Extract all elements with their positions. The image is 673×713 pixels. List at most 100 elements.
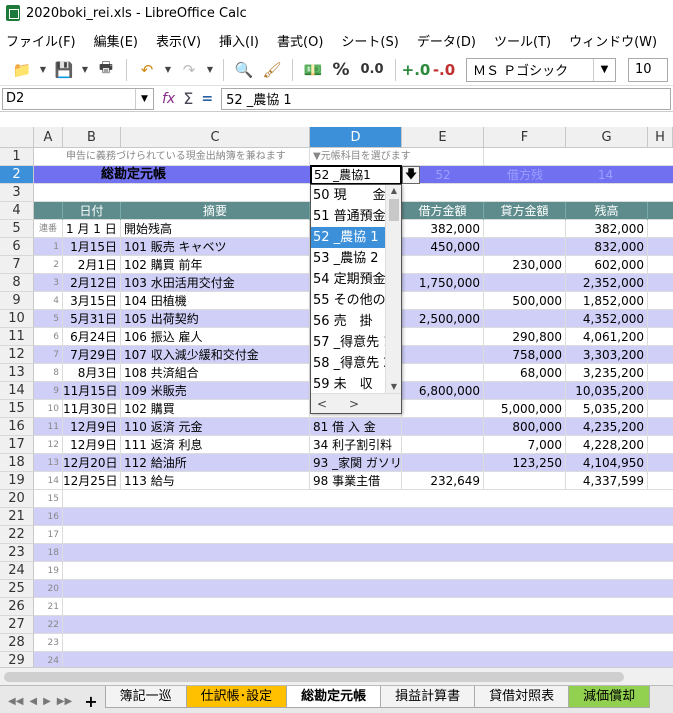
entry-credit[interactable] [484,238,566,256]
entry-date[interactable]: 1月15日 [63,238,121,256]
entry-credit[interactable]: 230,000 [484,256,566,274]
entry-description[interactable]: 102 購買 [121,400,310,418]
menu-sheet[interactable]: シート(S) [341,31,398,50]
row-header[interactable]: 29 [0,652,34,667]
entry-debit[interactable] [402,418,484,436]
entry-balance[interactable]: 832,000 [566,238,648,256]
row-header[interactable]: 10 [0,310,34,328]
entry-balance[interactable]: 2,352,000 [566,274,648,292]
name-box[interactable]: D2 ▼ [2,87,154,110]
entry-debit[interactable] [402,328,484,346]
entry-debit[interactable] [402,400,484,418]
entry-balance[interactable]: 382,000 [566,220,648,238]
chevron-down-icon[interactable]: ▼ [593,58,615,81]
serial-number[interactable]: 3 [34,274,63,292]
scroll-left-icon[interactable]: < [317,397,327,411]
serial-number[interactable]: 4 [34,292,63,310]
serial-number[interactable]: 18 [34,544,63,562]
serial-number[interactable]: 13 [34,454,63,472]
formula-input[interactable]: 52 _農協 1 [221,87,671,110]
sheet-tab[interactable]: 簿記一巡 [104,686,187,708]
clone-formatting-icon[interactable]: 🖌 [260,58,284,82]
entry-debit[interactable]: 1,750,000 [402,274,484,292]
horizontal-scrollbar[interactable] [0,667,673,685]
save-icon[interactable]: 💾 [52,58,76,82]
entry-description[interactable]: 108 共済組合 [121,364,310,382]
dropdown-option[interactable]: 55 その他の預金 [311,290,387,311]
redo-icon[interactable]: ↷ [177,58,201,82]
row-header[interactable]: 24 [0,562,34,580]
delete-decimal-icon[interactable]: -.0 [432,58,456,82]
percent-format-icon[interactable]: % [329,58,353,82]
serial-number[interactable]: 14 [34,472,63,490]
dropdown-option[interactable]: 51 普通預金 [311,206,387,227]
sheet-tab[interactable]: 損益計算書 [380,686,476,708]
entry-description[interactable]: 105 出荷契約 [121,310,310,328]
entry-balance[interactable]: 602,000 [566,256,648,274]
entry-balance[interactable]: 4,228,200 [566,436,648,454]
undo-icon[interactable]: ↶ [135,58,159,82]
ledger-title[interactable]: 総勘定元帳 [63,166,310,184]
row-header[interactable]: 14 [0,382,34,400]
header-balance[interactable]: 残高 [566,202,648,220]
selected-cell-d2[interactable]: 52 _農協1 [310,165,402,185]
equals-icon[interactable]: = [201,91,213,107]
row-header[interactable]: 7 [0,256,34,274]
entry-date[interactable]: 12月9日 [63,436,121,454]
entry-date[interactable]: 12月25日 [63,472,121,490]
row-header[interactable]: 11 [0,328,34,346]
entry-description[interactable]: 110 返済 元金 [121,418,310,436]
row-header[interactable]: 28 [0,634,34,652]
sheet-tab[interactable]: 仕訳帳･設定 [185,686,288,708]
serial-number[interactable]: 6 [34,328,63,346]
entry-balance[interactable]: 5,035,200 [566,400,648,418]
row-header[interactable]: 17 [0,436,34,454]
serial-label[interactable]: 連番 [34,220,63,238]
column-header-e[interactable]: E [402,127,484,148]
serial-number[interactable]: 10 [34,400,63,418]
entry-credit[interactable] [484,220,566,238]
column-header-c[interactable]: C [121,127,310,148]
row-header[interactable]: 20 [0,490,34,508]
entry-credit[interactable]: 290,800 [484,328,566,346]
font-size-box[interactable]: 10 [628,57,668,82]
row-header[interactable]: 22 [0,526,34,544]
scrollbar-thumb[interactable] [4,672,624,682]
entry-description[interactable]: 106 振込 雇人 [121,328,310,346]
entry-credit[interactable]: 123,250 [484,454,566,472]
serial-number[interactable]: 15 [34,490,63,508]
row-header[interactable]: 2 [0,166,34,184]
entry-date[interactable]: 6月24日 [63,328,121,346]
entry-description[interactable]: 101 販売 キャベツ [121,238,310,256]
row-header[interactable]: 6 [0,238,34,256]
row-header[interactable]: 16 [0,418,34,436]
entry-debit[interactable]: 450,000 [402,238,484,256]
row-header[interactable]: 1 [0,148,34,166]
redo-dropdown-icon[interactable]: ▼ [205,58,215,82]
entry-balance[interactable]: 4,104,950 [566,454,648,472]
entry-account[interactable]: 34 利子割引料 [310,436,402,454]
menu-edit[interactable]: 編集(E) [94,31,138,50]
serial-number[interactable]: 5 [34,310,63,328]
entry-date[interactable]: 7月29日 [63,346,121,364]
entry-credit[interactable]: 800,000 [484,418,566,436]
menu-tools[interactable]: ツール(T) [494,31,551,50]
serial-number[interactable]: 16 [34,508,63,526]
entry-credit[interactable] [484,382,566,400]
menu-format[interactable]: 書式(O) [277,31,323,50]
debit-balance-label[interactable]: 借方残 [484,166,566,184]
row-header[interactable]: 26 [0,598,34,616]
sheet-tab[interactable]: 総勘定元帳 [286,686,382,708]
entry-debit[interactable]: 2,500,000 [402,310,484,328]
entry-description[interactable]: 102 購買 前年 [121,256,310,274]
row-header[interactable]: 18 [0,454,34,472]
save-dropdown-icon[interactable]: ▼ [80,58,90,82]
entry-date[interactable]: 3月15日 [63,292,121,310]
sheet-tab[interactable]: 減価償却 [568,686,651,708]
column-header-b[interactable]: B [63,127,121,148]
serial-number[interactable]: 17 [34,526,63,544]
row-header[interactable]: 23 [0,544,34,562]
row-header[interactable]: 15 [0,400,34,418]
dropdown-option[interactable]: 56 売 掛 金 [311,311,387,332]
entry-date[interactable]: 2月12日 [63,274,121,292]
